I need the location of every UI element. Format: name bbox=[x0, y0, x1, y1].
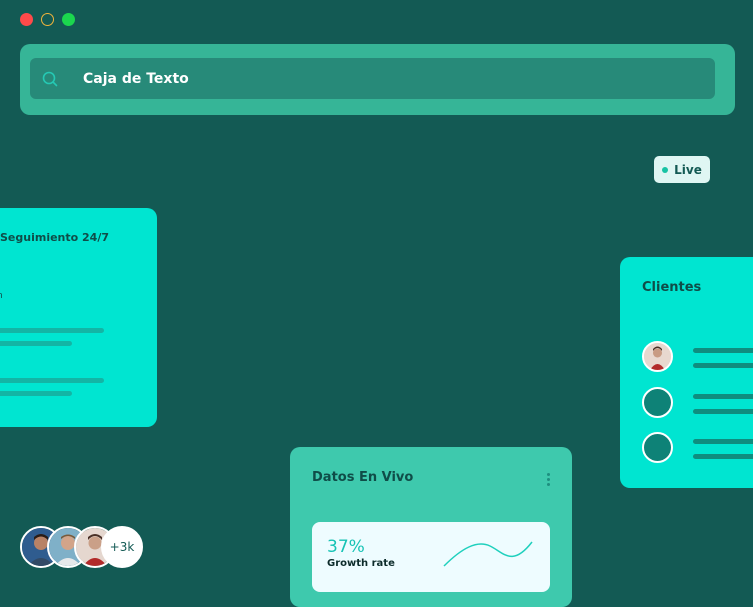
window-controls bbox=[20, 13, 75, 26]
follow-card-text: n bbox=[0, 291, 3, 301]
growth-rate-value: 37% bbox=[327, 537, 365, 557]
maximize-window-button[interactable] bbox=[62, 13, 75, 26]
live-dot-icon bbox=[662, 166, 669, 173]
follow-bar-4 bbox=[0, 391, 72, 396]
follow-bar-2 bbox=[0, 341, 72, 346]
search-icon bbox=[41, 70, 59, 88]
client-row[interactable] bbox=[642, 341, 753, 372]
client-row[interactable] bbox=[642, 432, 753, 463]
growth-rate-widget: 37% Growth rate bbox=[312, 522, 550, 592]
more-options-icon[interactable] bbox=[547, 473, 550, 486]
follow-bar-3 bbox=[0, 378, 104, 383]
close-window-button[interactable] bbox=[20, 13, 33, 26]
live-label: Live bbox=[674, 162, 702, 177]
growth-sparkline bbox=[443, 541, 533, 567]
avatar-group[interactable]: +3k bbox=[20, 526, 150, 570]
clients-card-title: Clientes bbox=[642, 280, 702, 295]
avatar bbox=[642, 432, 673, 463]
more-users-badge[interactable]: +3k bbox=[101, 526, 143, 568]
follow-bar-1 bbox=[0, 328, 104, 333]
follow-card-title: Seguimiento 24/7 bbox=[0, 231, 110, 244]
growth-rate-label: Growth rate bbox=[327, 558, 395, 569]
live-data-title: Datos En Vivo bbox=[312, 470, 414, 485]
follow-card: Seguimiento 24/7 n bbox=[0, 208, 157, 427]
clients-card: Clientes bbox=[620, 257, 753, 488]
search-bar: Caja de Texto bbox=[20, 44, 735, 115]
avatar bbox=[642, 387, 673, 418]
live-badge[interactable]: Live bbox=[654, 156, 710, 183]
live-data-card: Datos En Vivo 37% Growth rate bbox=[290, 447, 572, 607]
client-row[interactable] bbox=[642, 387, 753, 418]
search-value: Caja de Texto bbox=[83, 70, 189, 87]
search-input[interactable]: Caja de Texto bbox=[30, 58, 715, 99]
minimize-window-button[interactable] bbox=[41, 13, 54, 26]
avatar bbox=[642, 341, 673, 372]
